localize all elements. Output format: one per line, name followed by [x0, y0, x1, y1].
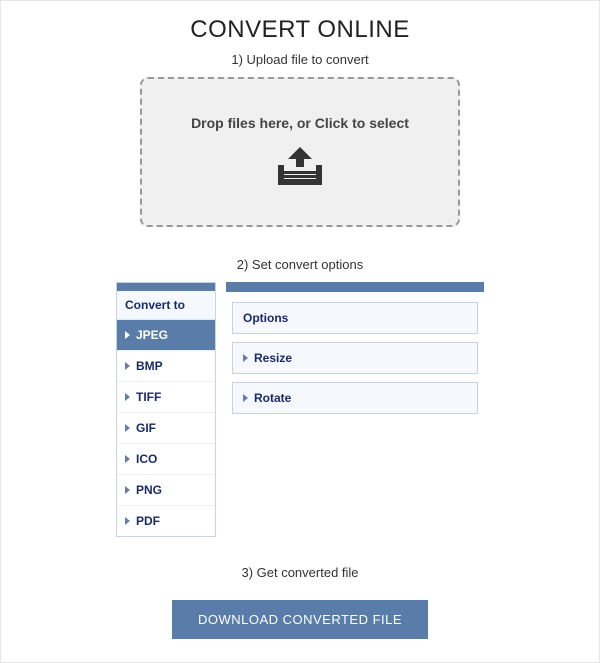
format-label: PDF [136, 514, 160, 528]
panel-topbar [117, 283, 215, 291]
format-label: ICO [136, 452, 157, 466]
caret-right-icon [125, 517, 130, 525]
page-title: CONVERT ONLINE [1, 16, 599, 44]
format-item-tiff[interactable]: TIFF [117, 382, 215, 413]
format-item-bmp[interactable]: BMP [117, 351, 215, 382]
format-label: GIF [136, 421, 156, 435]
caret-right-icon [125, 393, 130, 401]
format-label: BMP [136, 359, 163, 373]
step-2-label: 2) Set convert options [1, 257, 599, 272]
convert-to-panel: Convert to JPEG BMP TIFF GIF ICO PNG PDF [116, 282, 216, 537]
format-item-png[interactable]: PNG [117, 475, 215, 506]
option-label: Resize [254, 351, 292, 365]
options-topbar [226, 282, 484, 292]
format-item-pdf[interactable]: PDF [117, 506, 215, 536]
option-label: Rotate [254, 391, 291, 405]
option-rotate[interactable]: Rotate [232, 382, 478, 414]
options-panel: Options Resize Rotate [226, 282, 484, 422]
caret-right-icon [243, 394, 248, 402]
convert-to-header: Convert to [117, 291, 215, 320]
options-header: Options [232, 302, 478, 334]
download-button[interactable]: DOWNLOAD CONVERTED FILE [172, 600, 428, 639]
format-label: PNG [136, 483, 162, 497]
step-1-label: 1) Upload file to convert [1, 52, 599, 67]
format-label: TIFF [136, 390, 161, 404]
format-label: JPEG [136, 328, 168, 342]
caret-right-icon [125, 486, 130, 494]
caret-right-icon [125, 331, 130, 339]
caret-right-icon [243, 354, 248, 362]
format-item-jpeg[interactable]: JPEG [117, 320, 215, 351]
upload-icon [272, 145, 328, 189]
option-resize[interactable]: Resize [232, 342, 478, 374]
upload-dropzone[interactable]: Drop files here, or Click to select [140, 77, 460, 227]
step-3-label: 3) Get converted file [1, 565, 599, 580]
format-item-ico[interactable]: ICO [117, 444, 215, 475]
caret-right-icon [125, 455, 130, 463]
options-header-label: Options [243, 311, 288, 325]
caret-right-icon [125, 424, 130, 432]
format-list: JPEG BMP TIFF GIF ICO PNG PDF [117, 320, 215, 536]
format-item-gif[interactable]: GIF [117, 413, 215, 444]
dropzone-text: Drop files here, or Click to select [191, 115, 409, 131]
caret-right-icon [125, 362, 130, 370]
